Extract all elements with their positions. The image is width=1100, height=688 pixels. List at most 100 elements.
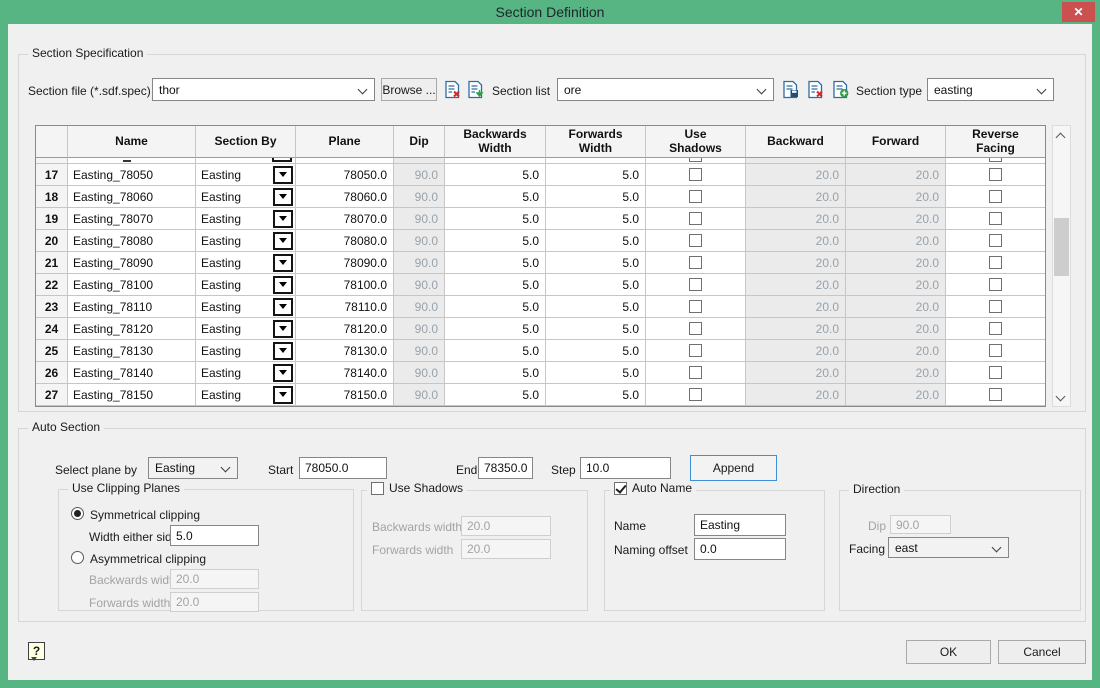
width-either-side-input[interactable]: 5.0 xyxy=(170,525,259,546)
auto-name-checkbox[interactable] xyxy=(614,482,627,495)
cell-section-by[interactable]: Easting xyxy=(196,296,296,318)
use-shadows-checkbox[interactable] xyxy=(689,366,702,379)
cell-forwards-width[interactable]: 5.0 xyxy=(546,186,646,208)
dropdown-button[interactable] xyxy=(273,276,293,294)
dropdown-button[interactable] xyxy=(273,254,293,272)
cell-name[interactable]: Easting_78150 xyxy=(68,384,196,406)
facing-select[interactable]: east xyxy=(888,537,1009,558)
reverse-facing-checkbox[interactable] xyxy=(989,300,1002,313)
dropdown-button[interactable] xyxy=(273,386,293,404)
cell-name[interactable]: Easting_78100 xyxy=(68,274,196,296)
file-import-icon[interactable] xyxy=(466,80,485,99)
section-type-select[interactable]: easting xyxy=(927,78,1054,101)
cell-section-by[interactable]: Easting xyxy=(196,318,296,340)
end-input[interactable]: 78350.0 xyxy=(478,457,533,479)
use-shadows-checkbox[interactable] xyxy=(689,278,702,291)
cell-name[interactable]: Easting_78050 xyxy=(68,164,196,186)
use-shadows-checkbox[interactable] xyxy=(371,482,384,495)
reverse-facing-checkbox[interactable] xyxy=(989,388,1002,401)
cell-section-by[interactable]: Easting xyxy=(196,186,296,208)
use-shadows-checkbox[interactable] xyxy=(689,190,702,203)
list-delete-icon[interactable] xyxy=(806,80,825,99)
cell-forwards-width[interactable]: 5.0 xyxy=(546,252,646,274)
cell-plane[interactable]: 78110.0 xyxy=(296,296,394,318)
cell-name[interactable]: Easting_78090 xyxy=(68,252,196,274)
close-icon[interactable]: ✕ xyxy=(1062,2,1095,22)
cell-section-by[interactable]: Easting xyxy=(196,384,296,406)
cell-forwards-width[interactable]: 5.0 xyxy=(546,384,646,406)
cancel-button[interactable]: Cancel xyxy=(998,640,1086,664)
use-shadows-checkbox[interactable] xyxy=(689,300,702,313)
cell-plane[interactable]: 78090.0 xyxy=(296,252,394,274)
row-number[interactable]: 20 xyxy=(36,230,68,252)
table-scrollbar[interactable] xyxy=(1052,125,1071,407)
row-number[interactable]: 26 xyxy=(36,362,68,384)
cell-plane[interactable]: 78130.0 xyxy=(296,340,394,362)
cell-plane[interactable]: 78140.0 xyxy=(296,362,394,384)
cell-backwards-width[interactable]: 5.0 xyxy=(445,230,546,252)
cell-plane[interactable]: 78120.0 xyxy=(296,318,394,340)
row-number[interactable]: 22 xyxy=(36,274,68,296)
dropdown-button[interactable] xyxy=(273,232,293,250)
cell-plane[interactable]: 78050.0 xyxy=(296,164,394,186)
scroll-down-icon[interactable] xyxy=(1057,393,1065,401)
cell-section-by[interactable]: Easting xyxy=(196,274,296,296)
cell-section-by[interactable]: Easting xyxy=(196,164,296,186)
cell-section-by[interactable]: Easting xyxy=(196,340,296,362)
reverse-facing-checkbox[interactable] xyxy=(989,366,1002,379)
naming-offset-input[interactable]: 0.0 xyxy=(694,538,786,560)
use-shadows-checkbox[interactable] xyxy=(689,256,702,269)
row-number[interactable]: 18 xyxy=(36,186,68,208)
cell-name[interactable]: Easting_78110 xyxy=(68,296,196,318)
browse-button[interactable]: Browse ... xyxy=(381,78,437,101)
dropdown-button[interactable] xyxy=(273,298,293,316)
reverse-facing-checkbox[interactable] xyxy=(989,212,1002,225)
select-plane-by-select[interactable]: Easting xyxy=(148,457,238,479)
asymmetrical-clipping-radio[interactable] xyxy=(71,551,84,564)
cell-forwards-width[interactable]: 5.0 xyxy=(546,296,646,318)
use-shadows-checkbox[interactable] xyxy=(689,212,702,225)
cell-backwards-width[interactable]: 5.0 xyxy=(445,384,546,406)
cell-forwards-width[interactable]: 5.0 xyxy=(546,362,646,384)
cell-section-by[interactable]: Easting xyxy=(196,362,296,384)
dropdown-button[interactable] xyxy=(273,188,293,206)
row-number[interactable]: 27 xyxy=(36,384,68,406)
cell-plane[interactable]: 78070.0 xyxy=(296,208,394,230)
cell-plane[interactable]: 78080.0 xyxy=(296,230,394,252)
symmetrical-clipping-radio[interactable] xyxy=(71,507,84,520)
reverse-facing-checkbox[interactable] xyxy=(989,322,1002,335)
cell-section-by[interactable]: Easting xyxy=(196,208,296,230)
cell-plane[interactable]: 78060.0 xyxy=(296,186,394,208)
list-save-icon[interactable] xyxy=(781,80,800,99)
cell-name[interactable]: Easting_78080 xyxy=(68,230,196,252)
dropdown-button[interactable] xyxy=(273,342,293,360)
cell-name[interactable]: Easting_78140 xyxy=(68,362,196,384)
reverse-facing-checkbox[interactable] xyxy=(989,278,1002,291)
cell-forwards-width[interactable]: 5.0 xyxy=(546,340,646,362)
dropdown-button[interactable] xyxy=(273,166,293,184)
use-shadows-checkbox[interactable] xyxy=(689,388,702,401)
cell-plane[interactable]: 78100.0 xyxy=(296,274,394,296)
append-button[interactable]: Append xyxy=(690,455,777,481)
row-number[interactable]: 19 xyxy=(36,208,68,230)
cell-forwards-width[interactable]: 5.0 xyxy=(546,230,646,252)
row-number[interactable]: 23 xyxy=(36,296,68,318)
help-icon[interactable]: ? xyxy=(28,642,45,660)
cell-forwards-width[interactable]: 5.0 xyxy=(546,318,646,340)
cell-backwards-width[interactable]: 5.0 xyxy=(445,252,546,274)
cell-forwards-width[interactable]: 5.0 xyxy=(546,208,646,230)
cell-section-by[interactable]: Easting xyxy=(196,230,296,252)
use-shadows-checkbox[interactable] xyxy=(689,234,702,247)
file-delete-icon[interactable] xyxy=(443,80,462,99)
cell-name[interactable]: Easting_78130 xyxy=(68,340,196,362)
cell-backwards-width[interactable]: 5.0 xyxy=(445,362,546,384)
cell-backwards-width[interactable]: 5.0 xyxy=(445,186,546,208)
step-input[interactable]: 10.0 xyxy=(580,457,671,479)
cell-name[interactable]: Easting_78070 xyxy=(68,208,196,230)
cell-backwards-width[interactable]: 5.0 xyxy=(445,208,546,230)
name-input[interactable]: Easting xyxy=(694,514,786,536)
cell-backwards-width[interactable]: 5.0 xyxy=(445,318,546,340)
ok-button[interactable]: OK xyxy=(906,640,991,664)
use-shadows-checkbox[interactable] xyxy=(689,168,702,181)
reverse-facing-checkbox[interactable] xyxy=(989,256,1002,269)
